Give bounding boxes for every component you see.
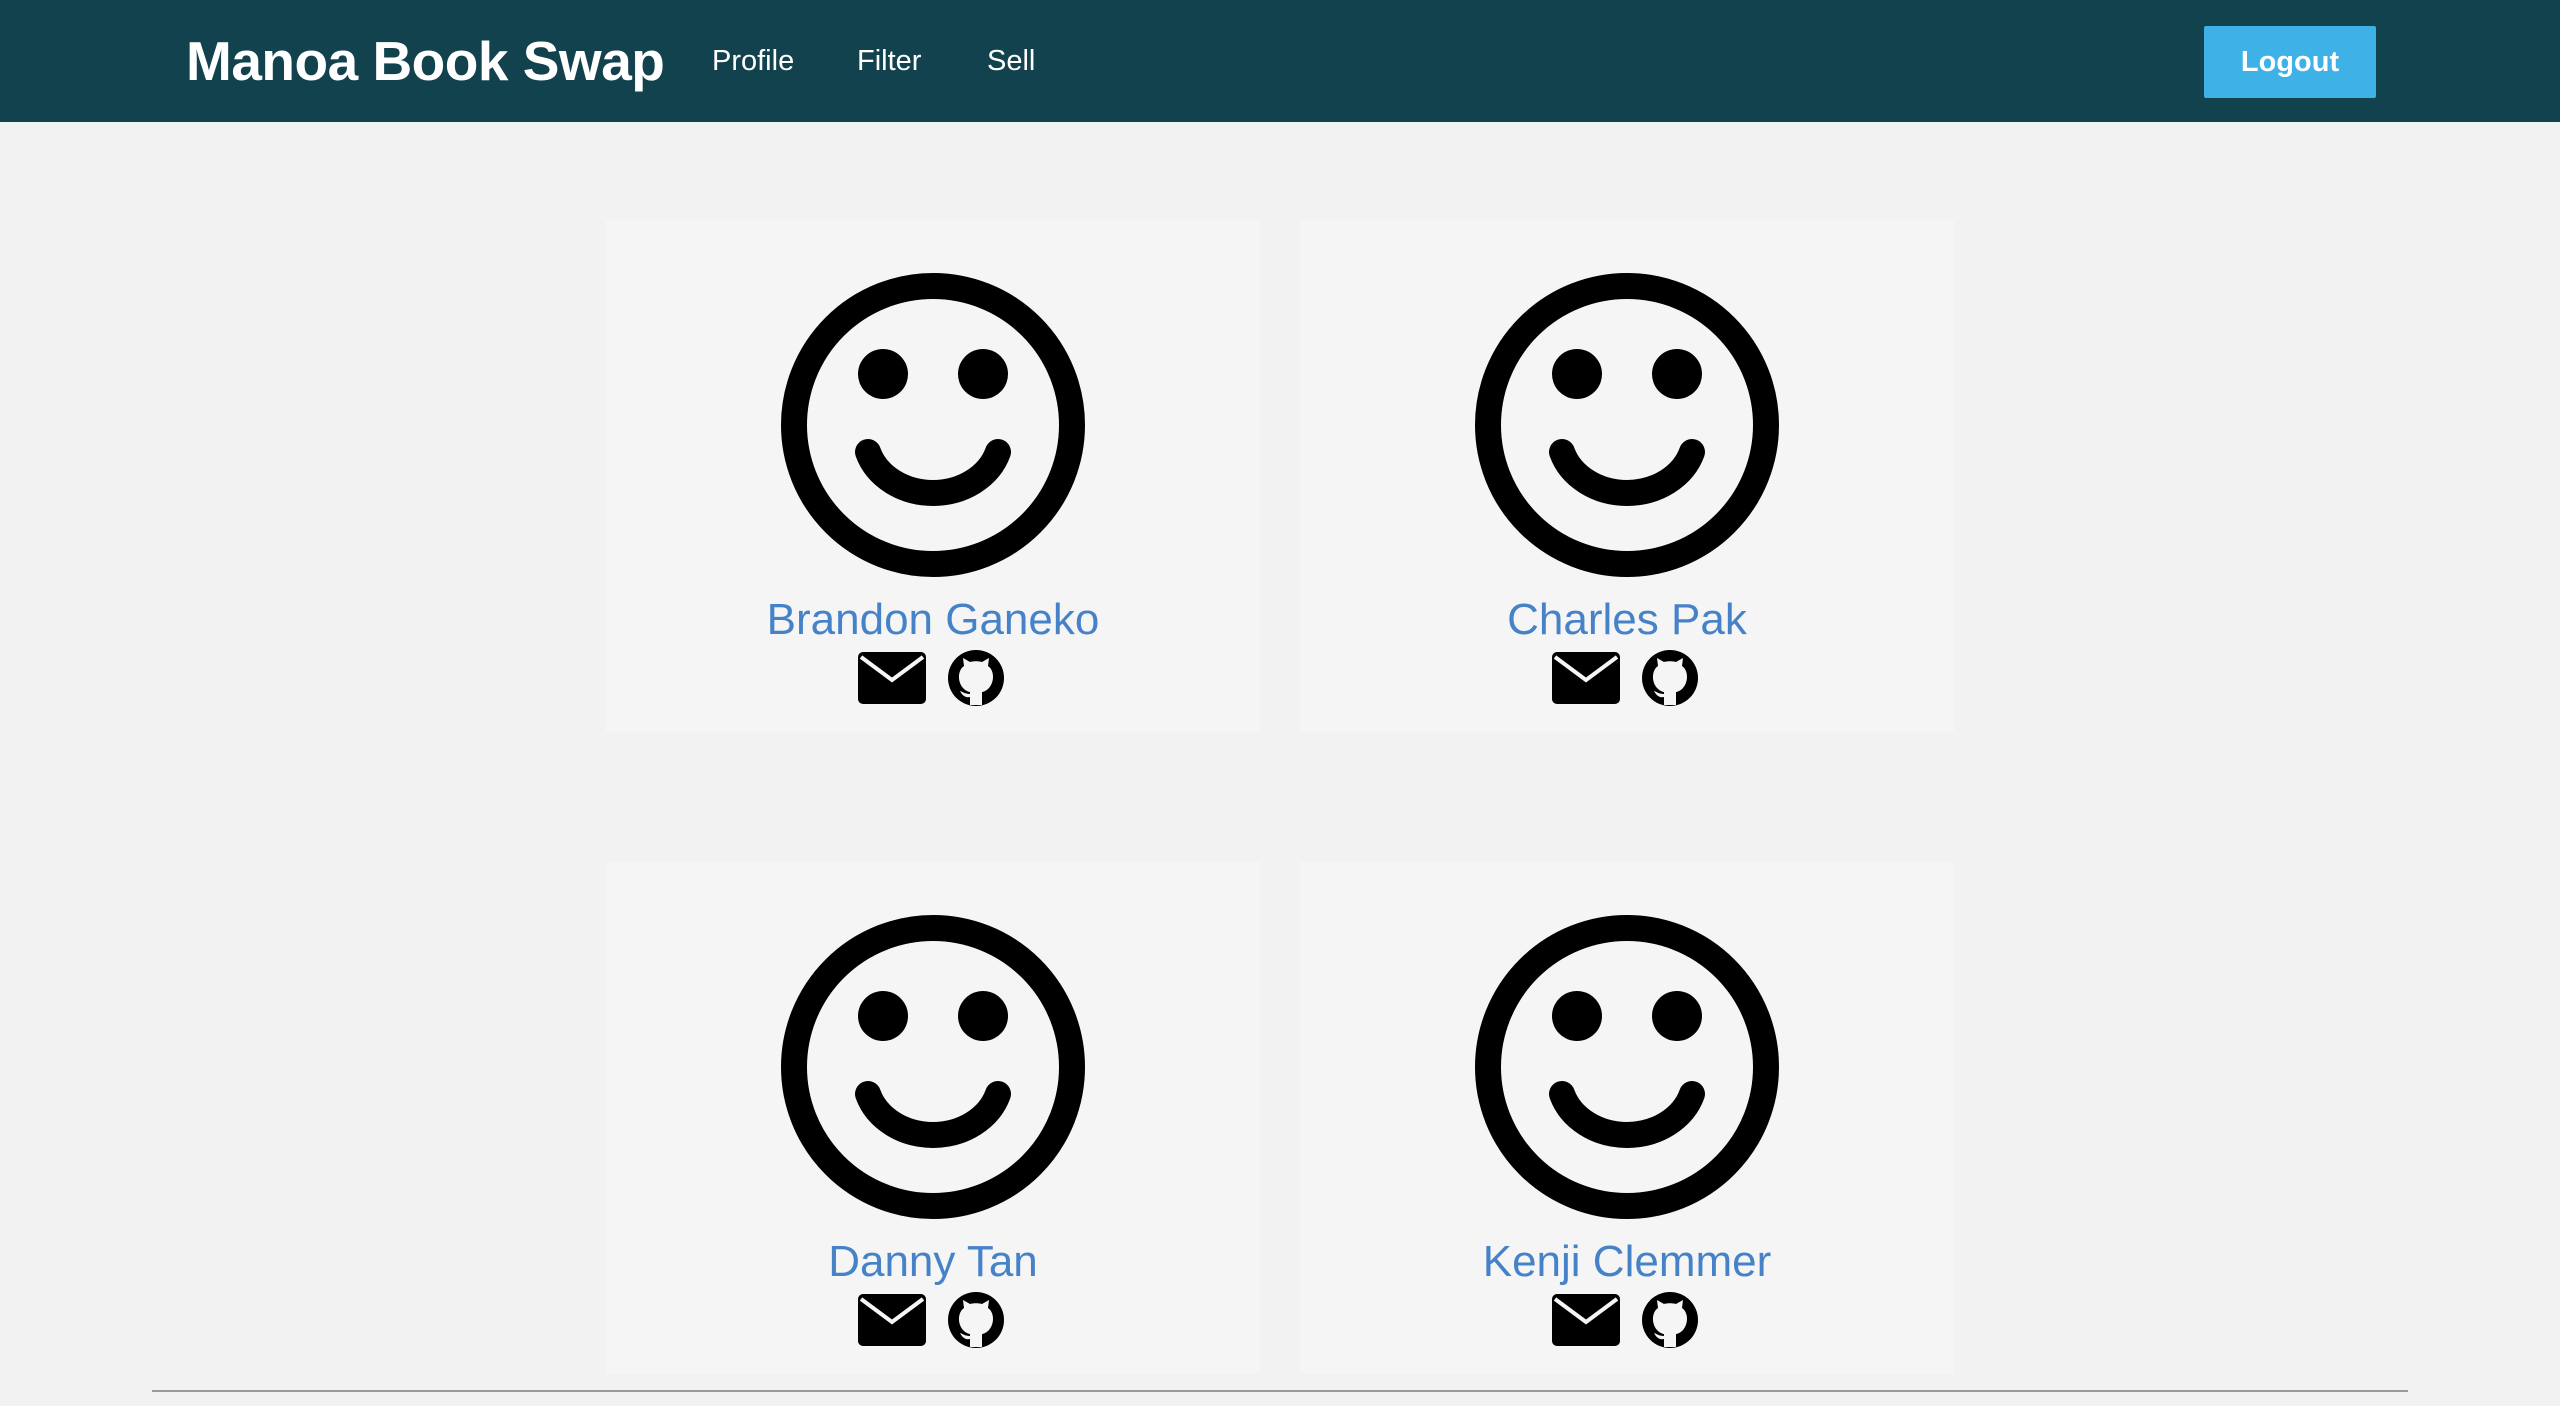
profile-card: Charles Pak <box>1300 220 1954 732</box>
github-icon[interactable] <box>1640 648 1700 708</box>
mail-icon[interactable] <box>1552 1294 1620 1346</box>
profile-card: Brandon Ganeko <box>606 220 1260 732</box>
mail-icon[interactable] <box>858 1294 926 1346</box>
smiley-face-icon <box>781 915 1085 1219</box>
nav-link-sell[interactable]: Sell <box>987 40 1035 82</box>
github-icon[interactable] <box>946 1290 1006 1350</box>
mail-icon[interactable] <box>858 652 926 704</box>
smiley-face-icon <box>781 273 1085 577</box>
github-icon[interactable] <box>946 648 1006 708</box>
person-name-link[interactable]: Brandon Ganeko <box>606 590 1260 650</box>
top-navbar: Manoa Book Swap Profile Filter Sell Logo… <box>0 0 2560 122</box>
smiley-face-icon <box>1475 273 1779 577</box>
profile-card: Kenji Clemmer <box>1300 862 1954 1374</box>
footer-divider <box>152 1390 2408 1392</box>
mail-icon[interactable] <box>1552 652 1620 704</box>
person-name-link[interactable]: Kenji Clemmer <box>1300 1232 1954 1292</box>
contact-icons <box>1548 1290 1708 1352</box>
contact-icons <box>854 1290 1014 1352</box>
person-name-link[interactable]: Danny Tan <box>606 1232 1260 1292</box>
person-name-link[interactable]: Charles Pak <box>1300 590 1954 650</box>
logout-button[interactable]: Logout <box>2204 26 2376 98</box>
nav-link-filter[interactable]: Filter <box>857 40 921 82</box>
nav-link-profile[interactable]: Profile <box>712 40 794 82</box>
contact-icons <box>854 648 1014 710</box>
smiley-face-icon <box>1475 915 1779 1219</box>
contact-icons <box>1548 648 1708 710</box>
github-icon[interactable] <box>1640 1290 1700 1350</box>
brand-title[interactable]: Manoa Book Swap <box>186 26 665 96</box>
profile-card: Danny Tan <box>606 862 1260 1374</box>
